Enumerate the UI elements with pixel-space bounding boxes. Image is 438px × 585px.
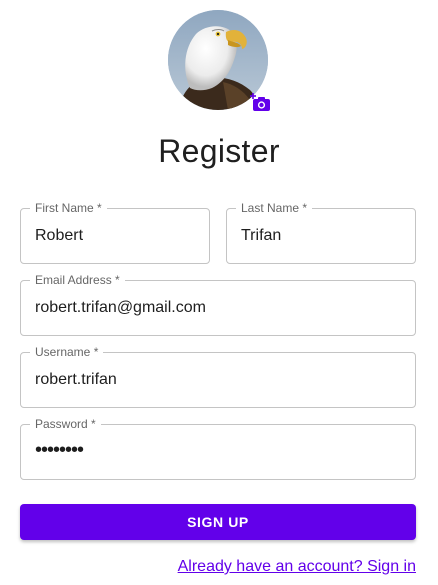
password-label: Password * — [30, 416, 101, 432]
username-label: Username * — [30, 344, 104, 360]
last-name-label: Last Name * — [236, 200, 313, 216]
password-field[interactable]: Password * •••••••• — [20, 416, 416, 480]
first-name-value[interactable]: Robert — [35, 226, 83, 246]
add-photo-icon[interactable] — [250, 93, 272, 113]
email-field[interactable]: Email Address * robert.trifan@gmail.com — [20, 272, 416, 336]
page-title: Register — [158, 133, 280, 169]
sign-in-link[interactable]: Already have an account? Sign in — [178, 558, 416, 576]
username-value[interactable]: robert.trifan — [35, 370, 117, 390]
email-label: Email Address * — [30, 272, 125, 288]
last-name-value[interactable]: Trifan — [241, 226, 281, 246]
register-page: Register First Name * Robert Last Name *… — [0, 0, 438, 585]
username-field[interactable]: Username * robert.trifan — [20, 344, 416, 408]
password-value[interactable]: •••••••• — [35, 440, 84, 460]
first-name-label: First Name * — [30, 200, 107, 216]
sign-up-button[interactable]: SIGN UP — [20, 504, 416, 540]
last-name-field[interactable]: Last Name * Trifan — [226, 200, 416, 264]
first-name-field[interactable]: First Name * Robert — [20, 200, 210, 264]
avatar[interactable] — [168, 10, 270, 111]
email-value[interactable]: robert.trifan@gmail.com — [35, 298, 206, 318]
